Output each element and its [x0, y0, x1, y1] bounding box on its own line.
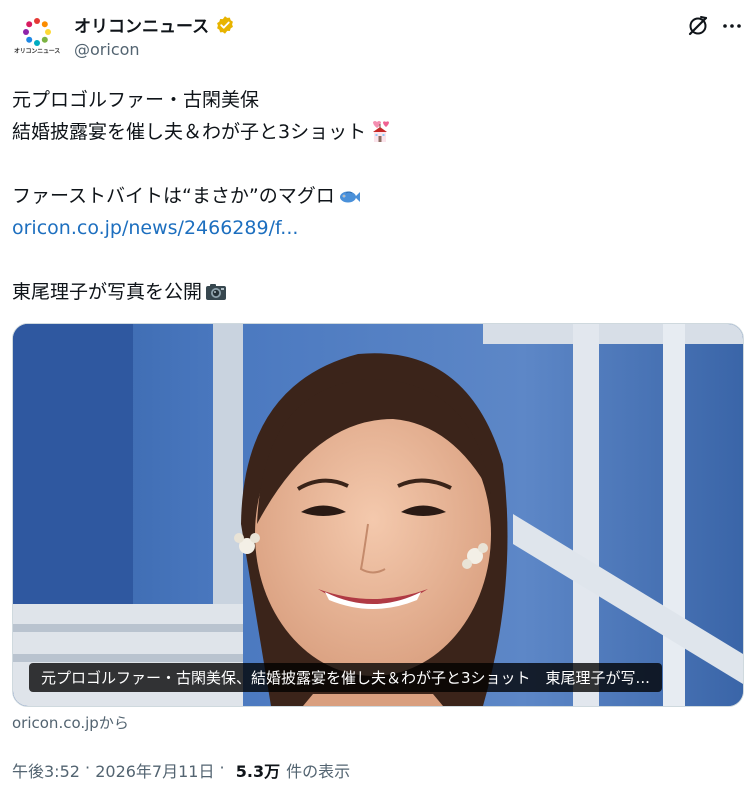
avatar[interactable]: オリコンニュース	[11, 12, 63, 64]
tweet-header: オリコンニュース オリコンニュース @oricon	[0, 0, 756, 70]
tweet-line-2: 結婚披露宴を催し夫＆わが子と3ショット	[12, 116, 742, 148]
tweet-body: 元プロゴルファー・古閑美保 結婚披露宴を催し夫＆わが子と3ショット ファーストバ…	[12, 84, 742, 308]
article-link[interactable]: oricon.co.jp/news/2466289/f...	[12, 212, 742, 244]
meta-separator: ·	[79, 758, 96, 777]
display-name[interactable]: オリコンニュース	[74, 12, 209, 37]
view-count-label: 件の表示	[286, 762, 351, 781]
post-date[interactable]: 2026年7月11日	[95, 758, 214, 782]
more-options-icon[interactable]	[720, 14, 744, 38]
grok-icon[interactable]	[686, 14, 710, 38]
tweet-line-1: 元プロゴルファー・古閑美保	[12, 89, 260, 111]
camera-emoji	[206, 284, 227, 300]
oricon-logo-icon	[23, 18, 51, 46]
link-card-image[interactable]: 元プロゴルファー・古閑美保、結婚披露宴を催し夫＆わが子と3ショット 東尾理子が写…	[12, 323, 744, 707]
link-card-source[interactable]: oricon.co.jpから	[12, 712, 129, 733]
fish-emoji	[339, 191, 360, 203]
meta-separator-2: ·	[214, 758, 230, 777]
article-photo	[13, 324, 743, 706]
verified-badge-icon	[217, 15, 234, 34]
tweet-line-4: ファーストバイトは“まさか”のマグロ	[12, 180, 742, 212]
post-time[interactable]: 午後3:52	[12, 758, 80, 782]
tweet-line-7: 東尾理子が写真を公開	[12, 276, 742, 308]
avatar-brand-text: オリコンニュース	[13, 48, 61, 55]
wedding-emoji	[373, 121, 390, 142]
account-handle[interactable]: @oricon	[74, 40, 140, 59]
tweet-metadata: 午後3:52 · 2026年7月11日 · 5.3万 件の表示	[12, 758, 350, 782]
view-count: 5.3万	[235, 762, 281, 781]
link-card-caption[interactable]: 元プロゴルファー・古閑美保、結婚披露宴を催し夫＆わが子と3ショット 東尾理子が写…	[29, 663, 662, 692]
